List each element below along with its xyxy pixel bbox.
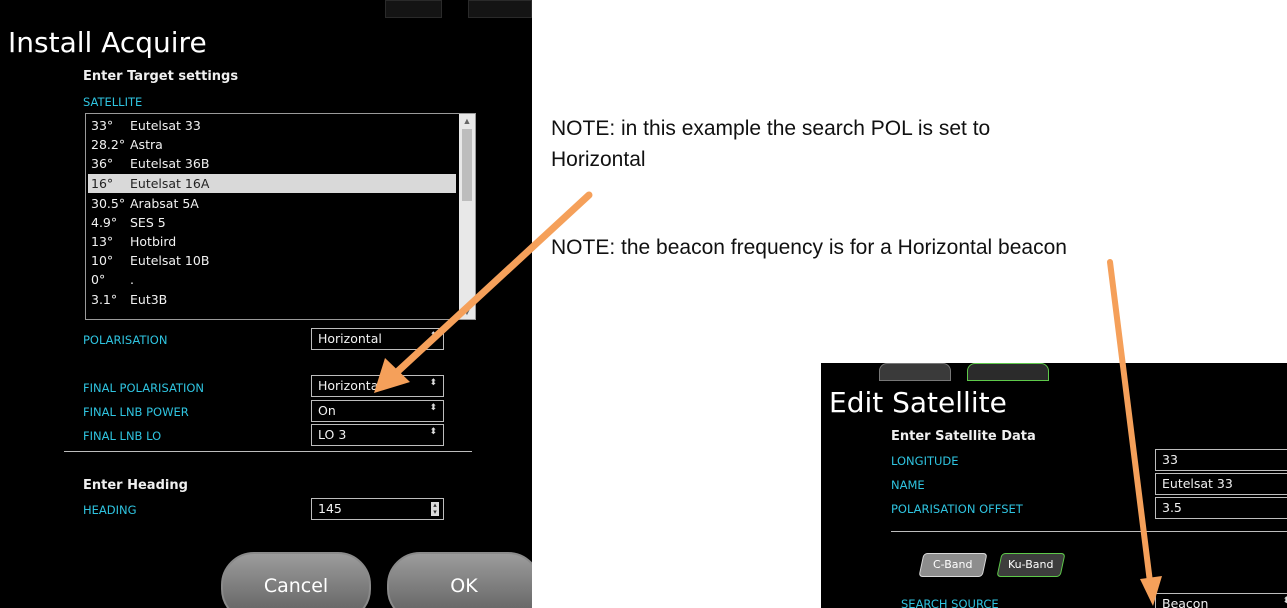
- final-lnb-power-dropdown[interactable]: On ⬍: [311, 400, 444, 422]
- heading-label: HEADING: [83, 503, 137, 517]
- install-acquire-panel: Install Acquire Enter Target settings SA…: [0, 0, 532, 608]
- chevron-updown-icon: ⬍: [429, 331, 437, 341]
- final-polarisation-dropdown[interactable]: Horizontal ⬍: [311, 375, 444, 397]
- final-lnb-lo-label: FINAL LNB LO: [83, 429, 162, 443]
- chevron-updown-icon: ⬍: [429, 378, 437, 388]
- list-item[interactable]: 36° Eutelsat 36B: [88, 154, 456, 173]
- final-polarisation-label: FINAL POLARISATION: [83, 381, 205, 395]
- name-label: NAME: [891, 478, 925, 492]
- top-toolbar-fragment: [290, 0, 532, 18]
- note-beacon-frequency: NOTE: the beacon frequency is for a Hori…: [551, 236, 1067, 259]
- edit-satellite-panel: Edit Satellite Enter Satellite Data LONG…: [821, 363, 1287, 608]
- scroll-up-arrow-icon[interactable]: ▲: [459, 114, 475, 128]
- listbox-scrollbar[interactable]: ▲ ▼: [459, 114, 475, 319]
- name-input[interactable]: Eutelsat 33: [1155, 473, 1287, 495]
- top-tab-fragment-active[interactable]: [967, 363, 1049, 381]
- section-divider: [64, 451, 472, 452]
- cancel-button[interactable]: Cancel: [221, 552, 371, 608]
- spinner-icon[interactable]: ▴ ▾: [431, 502, 439, 516]
- tab-c-band[interactable]: C-Band: [918, 553, 988, 577]
- page-title: Install Acquire: [8, 26, 207, 59]
- polarisation-label: POLARISATION: [83, 333, 168, 347]
- ok-button[interactable]: OK: [387, 552, 532, 608]
- list-item[interactable]: 13° Hotbird: [88, 232, 456, 251]
- top-tab-fragment[interactable]: [879, 363, 951, 381]
- list-item[interactable]: 28.2° Astra: [88, 135, 456, 154]
- longitude-label: LONGITUDE: [891, 454, 959, 468]
- list-item[interactable]: 3.1° Eut3B: [88, 290, 456, 309]
- section-heading-target: Enter Target settings: [83, 69, 239, 84]
- section-heading-heading: Enter Heading: [83, 478, 188, 493]
- list-item[interactable]: 10° Eutelsat 10B: [88, 251, 456, 270]
- chevron-updown-icon: ⬍: [429, 427, 437, 437]
- chevron-updown-icon: ⬍: [429, 403, 437, 413]
- satellite-label: SATELLITE: [83, 95, 143, 109]
- section-divider: [891, 531, 1287, 532]
- search-source-dropdown[interactable]: Beacon ⬍: [1155, 593, 1287, 608]
- search-source-label: SEARCH SOURCE: [901, 597, 999, 608]
- tab-ku-band[interactable]: Ku-Band: [996, 553, 1066, 577]
- polarisation-offset-label: POLARISATION OFFSET: [891, 502, 1023, 516]
- polarisation-offset-input[interactable]: 3.5: [1155, 497, 1287, 519]
- longitude-input[interactable]: 33: [1155, 449, 1287, 471]
- scrollbar-thumb[interactable]: [462, 129, 472, 201]
- panel-title: Edit Satellite: [829, 386, 1007, 419]
- section-heading-satellite-data: Enter Satellite Data: [891, 429, 1036, 444]
- list-item[interactable]: 4.9° SES 5: [88, 213, 456, 232]
- satellite-listbox[interactable]: 33° Eutelsat 33 28.2° Astra 36° Eutelsat 36…: [85, 113, 476, 320]
- polarisation-dropdown[interactable]: Horizontal ⬍: [311, 328, 444, 350]
- note-search-pol: NOTE: in this example the search POL is …: [551, 117, 991, 171]
- list-item[interactable]: 33° Eutelsat 33: [88, 116, 456, 135]
- final-lnb-lo-dropdown[interactable]: LO 3 ⬍: [311, 424, 444, 446]
- list-item-selected[interactable]: 16° Eutelsat 16A: [88, 174, 456, 193]
- scroll-down-arrow-icon[interactable]: ▼: [459, 305, 475, 319]
- list-item[interactable]: 30.5° Arabsat 5A: [88, 194, 456, 213]
- list-item[interactable]: 0°.: [88, 270, 456, 289]
- chevron-updown-icon: ⬍: [1282, 596, 1287, 606]
- final-lnb-power-label: FINAL LNB POWER: [83, 405, 189, 419]
- heading-input[interactable]: 145 ▴ ▾: [311, 498, 444, 520]
